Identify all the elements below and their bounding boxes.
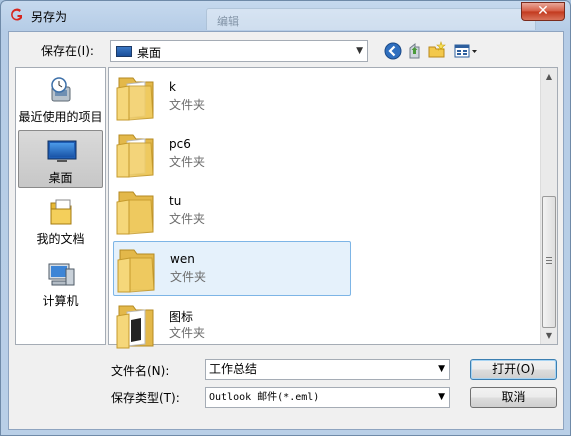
place-recent-items[interactable]: 最近使用的项目 (18, 70, 103, 128)
folder-icon (116, 134, 154, 178)
folder-icon (116, 305, 154, 349)
up-folder-icon[interactable] (405, 41, 425, 61)
back-icon[interactable] (383, 41, 403, 61)
cancel-button[interactable]: 取消 (470, 387, 557, 408)
file-list[interactable]: k 文件夹 pc6 文件夹 tu 文件夹 wen 文件夹 图标 文件夹 ▲ ▼ (108, 67, 558, 349)
save-in-dropdown[interactable]: 桌面 ▼ (110, 40, 368, 62)
computer-icon (48, 263, 75, 286)
dialog-body: 保存在(I): 桌面 ▼ 最近使用的项目 桌面 我的文档 计算机 k 文件夹 p… (8, 31, 564, 430)
folder-icon (117, 249, 155, 293)
file-name: wen (170, 252, 195, 266)
view-menu-icon[interactable] (453, 41, 479, 61)
place-label: 我的文档 (36, 232, 85, 246)
save-in-value: 桌面 (137, 46, 162, 60)
file-name: pc6 (169, 137, 191, 151)
filetype-dropdown[interactable]: Outlook 邮件(*.eml) ▼ (205, 387, 450, 408)
file-type: 文件夹 (169, 98, 206, 112)
file-type: 文件夹 (169, 212, 206, 226)
desktop-icon (47, 140, 77, 162)
desktop-small-icon (116, 46, 132, 57)
list-item[interactable]: 图标 文件夹 (113, 298, 351, 353)
save-as-dialog: 另存为 编辑 ✕ 保存在(I): 桌面 ▼ 最近使用的项目 桌面 我的文档 计算… (0, 0, 571, 436)
scroll-down-icon[interactable]: ▼ (541, 327, 557, 344)
file-type: 文件夹 (169, 326, 206, 340)
chevron-down-icon: ▼ (438, 392, 445, 402)
file-name: tu (169, 194, 182, 208)
app-logo-icon (11, 8, 22, 21)
place-my-documents[interactable]: 我的文档 (18, 192, 103, 250)
scroll-up-icon[interactable]: ▲ (541, 68, 557, 85)
list-item[interactable]: pc6 文件夹 (113, 127, 351, 182)
places-bar: 最近使用的项目 桌面 我的文档 计算机 (15, 67, 106, 345)
vertical-scrollbar[interactable]: ▲ ▼ (540, 68, 557, 344)
filetype-value: Outlook 邮件(*.eml) (209, 392, 320, 403)
file-type: 文件夹 (170, 270, 207, 284)
file-type: 文件夹 (169, 155, 206, 169)
folder-icon (116, 191, 154, 235)
close-icon: ✕ (537, 3, 549, 19)
place-desktop[interactable]: 桌面 (18, 130, 103, 188)
save-in-label: 保存在(I): (41, 44, 94, 58)
my-documents-icon (50, 199, 72, 225)
file-name: 图标 (169, 310, 194, 324)
recent-items-icon (51, 77, 71, 102)
list-item[interactable]: k 文件夹 (113, 70, 351, 125)
close-button[interactable]: ✕ (521, 2, 565, 21)
filename-value: 工作总结 (209, 362, 258, 376)
filetype-label: 保存类型(T): (111, 391, 180, 405)
place-label: 最近使用的项目 (18, 110, 103, 124)
new-folder-icon[interactable] (427, 41, 447, 61)
list-item[interactable]: tu 文件夹 (113, 184, 351, 239)
place-label: 桌面 (48, 171, 73, 185)
place-computer[interactable]: 计算机 (18, 254, 103, 312)
place-label: 计算机 (42, 294, 79, 308)
file-name: k (169, 80, 176, 94)
scroll-thumb[interactable] (542, 196, 556, 328)
chevron-down-icon[interactable]: ▼ (438, 360, 445, 379)
background-window-tab: 编辑 (206, 8, 536, 30)
folder-icon (116, 77, 154, 121)
filename-field[interactable]: 工作总结 ▼ (205, 359, 450, 380)
list-item-selected[interactable]: wen 文件夹 (113, 241, 351, 296)
chevron-down-icon: ▼ (356, 46, 363, 56)
open-button[interactable]: 打开(O) (470, 359, 557, 380)
title-bar[interactable]: 另存为 编辑 ✕ (1, 1, 570, 31)
window-title: 另存为 (31, 10, 68, 24)
filename-label: 文件名(N): (111, 364, 170, 378)
